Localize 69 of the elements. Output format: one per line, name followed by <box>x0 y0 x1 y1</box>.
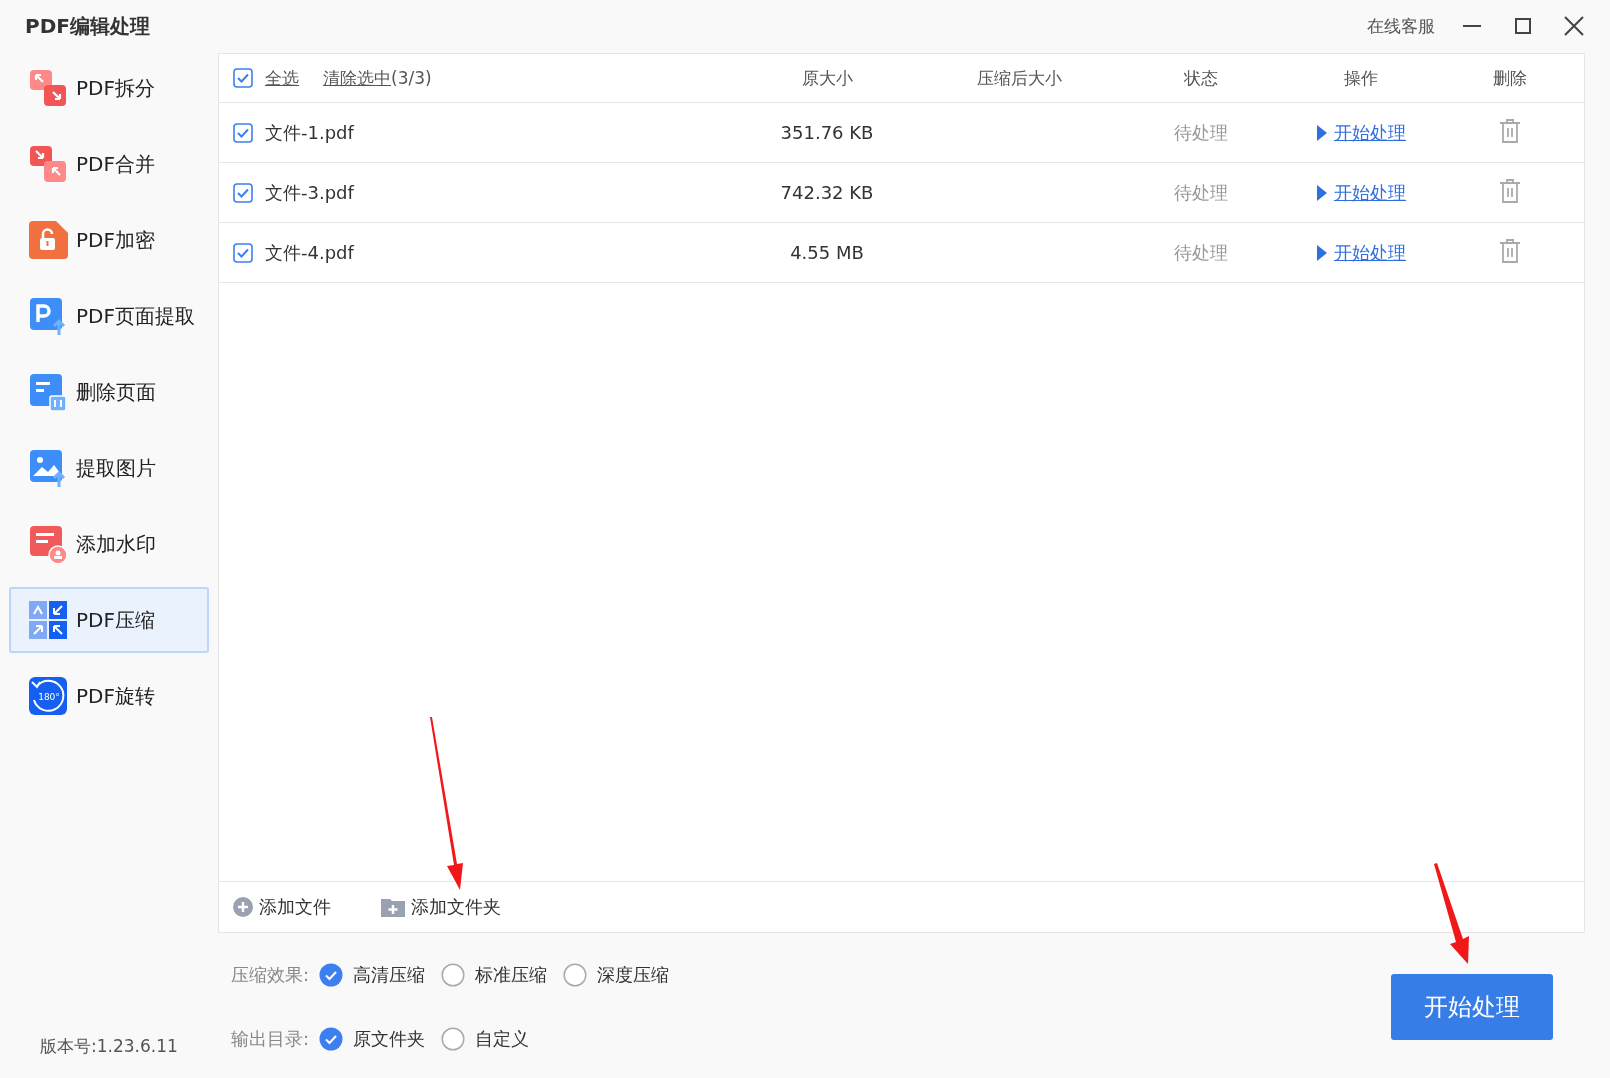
trash-icon[interactable] <box>1499 178 1521 203</box>
select-all-link[interactable]: 全选 <box>265 66 299 90</box>
selection-count: (3/3) <box>391 67 432 88</box>
image-upload-icon <box>28 448 68 488</box>
radio-button[interactable] <box>441 1027 466 1051</box>
radio-option[interactable]: 原文件夹 <box>319 1027 426 1051</box>
option-label: 输出目录: <box>231 1027 310 1051</box>
column-header: 删除 <box>1493 67 1527 88</box>
column-header: 状态 <box>1184 67 1218 88</box>
column-header: 压缩后大小 <box>976 67 1062 88</box>
sidebar-item[interactable]: 添加水印 <box>9 511 209 577</box>
trash-icon[interactable] <box>1499 238 1521 263</box>
file-name: 文件-4.pdf <box>265 240 354 265</box>
file-name: 文件-3.pdf <box>265 180 354 205</box>
sidebar-item[interactable]: PDF拆分 <box>9 55 209 121</box>
play-icon <box>1316 123 1328 142</box>
start-process-link[interactable]: 开始处理 <box>1286 180 1436 205</box>
plus-circle-icon <box>233 897 253 917</box>
original-size: 351.76 KB <box>780 122 874 143</box>
radio-button[interactable] <box>319 1027 344 1051</box>
status-text: 待处理 <box>1174 241 1228 263</box>
radio-option[interactable]: 深度压缩 <box>563 963 670 987</box>
sidebar-item[interactable]: PDF合并 <box>9 131 209 197</box>
document-stamp-icon <box>28 524 68 564</box>
sidebar-item[interactable]: PDF页面提取 <box>9 283 209 349</box>
option-label: 压缩效果: <box>231 963 310 987</box>
folder-plus-icon <box>381 897 405 917</box>
file-name: 文件-1.pdf <box>265 120 354 145</box>
status-text: 待处理 <box>1174 181 1228 203</box>
online-support-link[interactable]: 在线客服 <box>1367 14 1435 38</box>
play-icon <box>1316 243 1328 262</box>
sidebar-item[interactable]: 删除页面 <box>9 359 209 425</box>
column-header: 操作 <box>1344 67 1378 88</box>
checkbox[interactable] <box>233 122 253 143</box>
page-trash-icon <box>28 372 68 412</box>
compress-arrows-icon <box>28 600 68 640</box>
merge-arrows-icon <box>28 144 68 184</box>
start-processing-button[interactable]: 开始处理 <box>1391 974 1553 1040</box>
sidebar-item[interactable]: PDF加密 <box>9 207 209 273</box>
radio-button[interactable] <box>563 963 588 987</box>
add-folder-button[interactable]: 添加文件夹 <box>381 895 501 919</box>
start-process-link[interactable]: 开始处理 <box>1286 240 1436 265</box>
start-process-link[interactable]: 开始处理 <box>1286 120 1436 145</box>
split-arrows-icon <box>28 68 68 108</box>
original-size: 742.32 KB <box>780 182 874 203</box>
trash-icon[interactable] <box>1499 118 1521 143</box>
sidebar-item[interactable]: 提取图片 <box>9 435 209 501</box>
radio-option[interactable]: 高清压缩 <box>319 963 426 987</box>
checkbox[interactable] <box>233 242 253 263</box>
column-header: 原大小 <box>801 67 853 88</box>
sidebar-item[interactable]: PDF压缩 <box>9 587 209 653</box>
rotation-degree-label: 180° <box>38 692 60 702</box>
checkbox[interactable] <box>233 68 253 88</box>
original-size: 4.55 MB <box>790 242 864 263</box>
add-file-button[interactable]: 添加文件 <box>233 895 331 919</box>
page-upload-icon <box>28 296 68 336</box>
checkbox[interactable] <box>233 182 253 203</box>
radio-option[interactable]: 标准压缩 <box>441 963 548 987</box>
status-text: 待处理 <box>1174 121 1228 143</box>
app-title: PDF编辑处理 <box>25 12 151 40</box>
play-icon <box>1316 183 1328 202</box>
radio-option[interactable]: 自定义 <box>441 1027 530 1051</box>
unlock-document-icon <box>28 220 68 260</box>
rotate-icon <box>29 677 67 715</box>
radio-button[interactable] <box>319 963 344 987</box>
sidebar-item[interactable]: 180° PDF旋转 <box>9 663 209 729</box>
radio-button[interactable] <box>441 963 466 987</box>
clear-selection-link[interactable]: 清除选中 <box>323 67 391 88</box>
version-label: 版本号:1.23.6.11 <box>39 1035 179 1058</box>
